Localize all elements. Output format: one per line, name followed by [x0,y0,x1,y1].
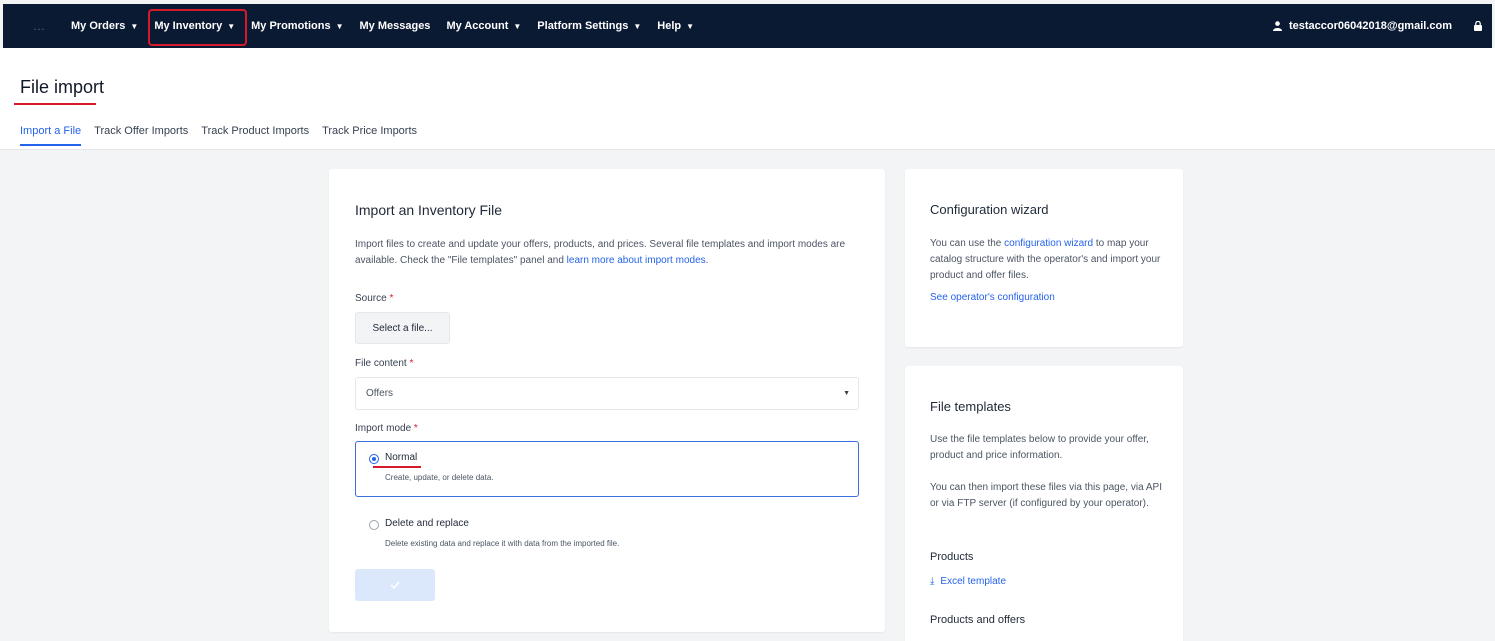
mode-title: Normal [385,452,418,463]
caret-down-icon: ▼ [513,21,522,31]
description-end: . [705,255,709,266]
page-title: File import [20,77,105,97]
lock-icon[interactable] [1474,21,1482,31]
caret-down-icon: ▼ [686,21,695,31]
wizard-text-start: You can use the [930,238,1005,249]
import-mode-normal-option[interactable]: Normal Create, update, or delete data. [355,441,859,497]
caret-down-icon: ▼ [633,21,642,31]
import-inventory-card: Import an Inventory File Import files to… [329,169,885,632]
nav-label: Help [657,20,682,32]
nav-my-inventory[interactable]: My Inventory ▼ [146,4,247,48]
caret-down-icon: ▼ [335,21,344,31]
download-icon: ⤓ [930,576,935,587]
page-header: File import Import a File Track Offer Im… [0,48,1495,150]
file-templates-card: File templates Use the file templates be… [905,366,1183,641]
source-label-text: Source [355,293,387,304]
menu-icon[interactable]: … [33,19,45,33]
caret-down-icon: ▼ [227,21,236,31]
file-content-label-text: File content [355,358,407,369]
radio-delete-and-replace[interactable] [369,520,379,530]
wizard-text: You can use the configuration wizard to … [930,236,1166,284]
templates-title: File templates [930,399,1011,414]
file-content-select[interactable]: Offers ▼ [355,377,859,410]
tab-import-a-file[interactable]: Import a File [20,125,82,146]
nav-platform-settings[interactable]: Platform Settings ▼ [529,4,649,48]
caret-down-icon: ▼ [130,21,139,31]
mode-description: Delete existing data and replace it with… [385,539,620,548]
products-heading: Products [930,551,974,563]
templates-text-1: Use the file templates below to provide … [930,434,1149,461]
radio-normal[interactable] [369,454,379,464]
wizard-title: Configuration wizard [930,202,1049,217]
check-icon [390,581,400,589]
user-email: testaccor06042018@gmail.com [1289,20,1452,32]
configuration-wizard-card: Configuration wizard You can use the con… [905,169,1183,347]
annotation-underline [14,103,96,105]
file-content-label: File content * [355,358,413,369]
caret-down-icon: ▼ [843,390,850,397]
import-mode-label: Import mode * [355,423,418,434]
nav-label: My Messages [359,20,431,32]
configuration-wizard-link[interactable]: configuration wizard [1004,238,1093,249]
nav-my-account[interactable]: My Account ▼ [438,4,529,48]
nav-label: My Promotions [251,20,331,32]
select-file-button[interactable]: Select a file... [355,312,450,344]
required-mark: * [413,423,418,434]
nav-my-promotions[interactable]: My Promotions ▼ [243,4,351,48]
nav-label: Platform Settings [537,20,629,32]
templates-text-2: You can then import these files via this… [930,482,1162,509]
annotation-underline [373,466,421,468]
tab-track-price-imports[interactable]: Track Price Imports [322,125,417,146]
top-navigation-bar: … My Orders ▼ My Inventory ▼ My Promotions… [3,4,1492,48]
nav-label: My Inventory [154,20,223,32]
nav-my-orders[interactable]: My Orders ▼ [63,4,146,48]
selected-value: Offers [366,388,394,399]
import-mode-label-text: Import mode [355,423,412,434]
tab-track-offer-imports[interactable]: Track Offer Imports [94,125,188,146]
nav-my-messages[interactable]: My Messages [352,4,439,48]
required-mark: * [409,358,414,369]
mode-title: Delete and replace [385,518,469,529]
user-menu[interactable]: testaccor06042018@gmail.com [1273,20,1492,32]
card-title: Import an Inventory File [355,202,503,218]
excel-template-label: Excel template [940,576,1007,587]
nav-label: My Orders [71,20,126,32]
mode-description: Create, update, or delete data. [385,473,494,482]
source-label: Source * [355,293,393,304]
user-icon [1273,21,1282,31]
tab-track-product-imports[interactable]: Track Product Imports [201,125,309,146]
app-frame: … My Orders ▼ My Inventory ▼ My Promotions… [0,0,1495,641]
excel-template-link[interactable]: ⤓ Excel template [930,576,1006,587]
import-description: Import files to create and update your o… [355,237,865,269]
nav-label: My Account [446,20,509,32]
operator-configuration-link[interactable]: See operator's configuration [930,292,1055,303]
products-and-offers-heading: Products and offers [930,614,1026,626]
import-mode-delete-replace-option[interactable]: Delete and replace Delete existing data … [355,507,859,563]
import-button-disabled[interactable] [355,569,435,601]
import-tabs: Import a File Track Offer Imports Track … [20,125,430,146]
nav-help[interactable]: Help ▼ [649,4,702,48]
required-mark: * [389,293,394,304]
import-modes-link[interactable]: learn more about import modes [567,255,706,266]
